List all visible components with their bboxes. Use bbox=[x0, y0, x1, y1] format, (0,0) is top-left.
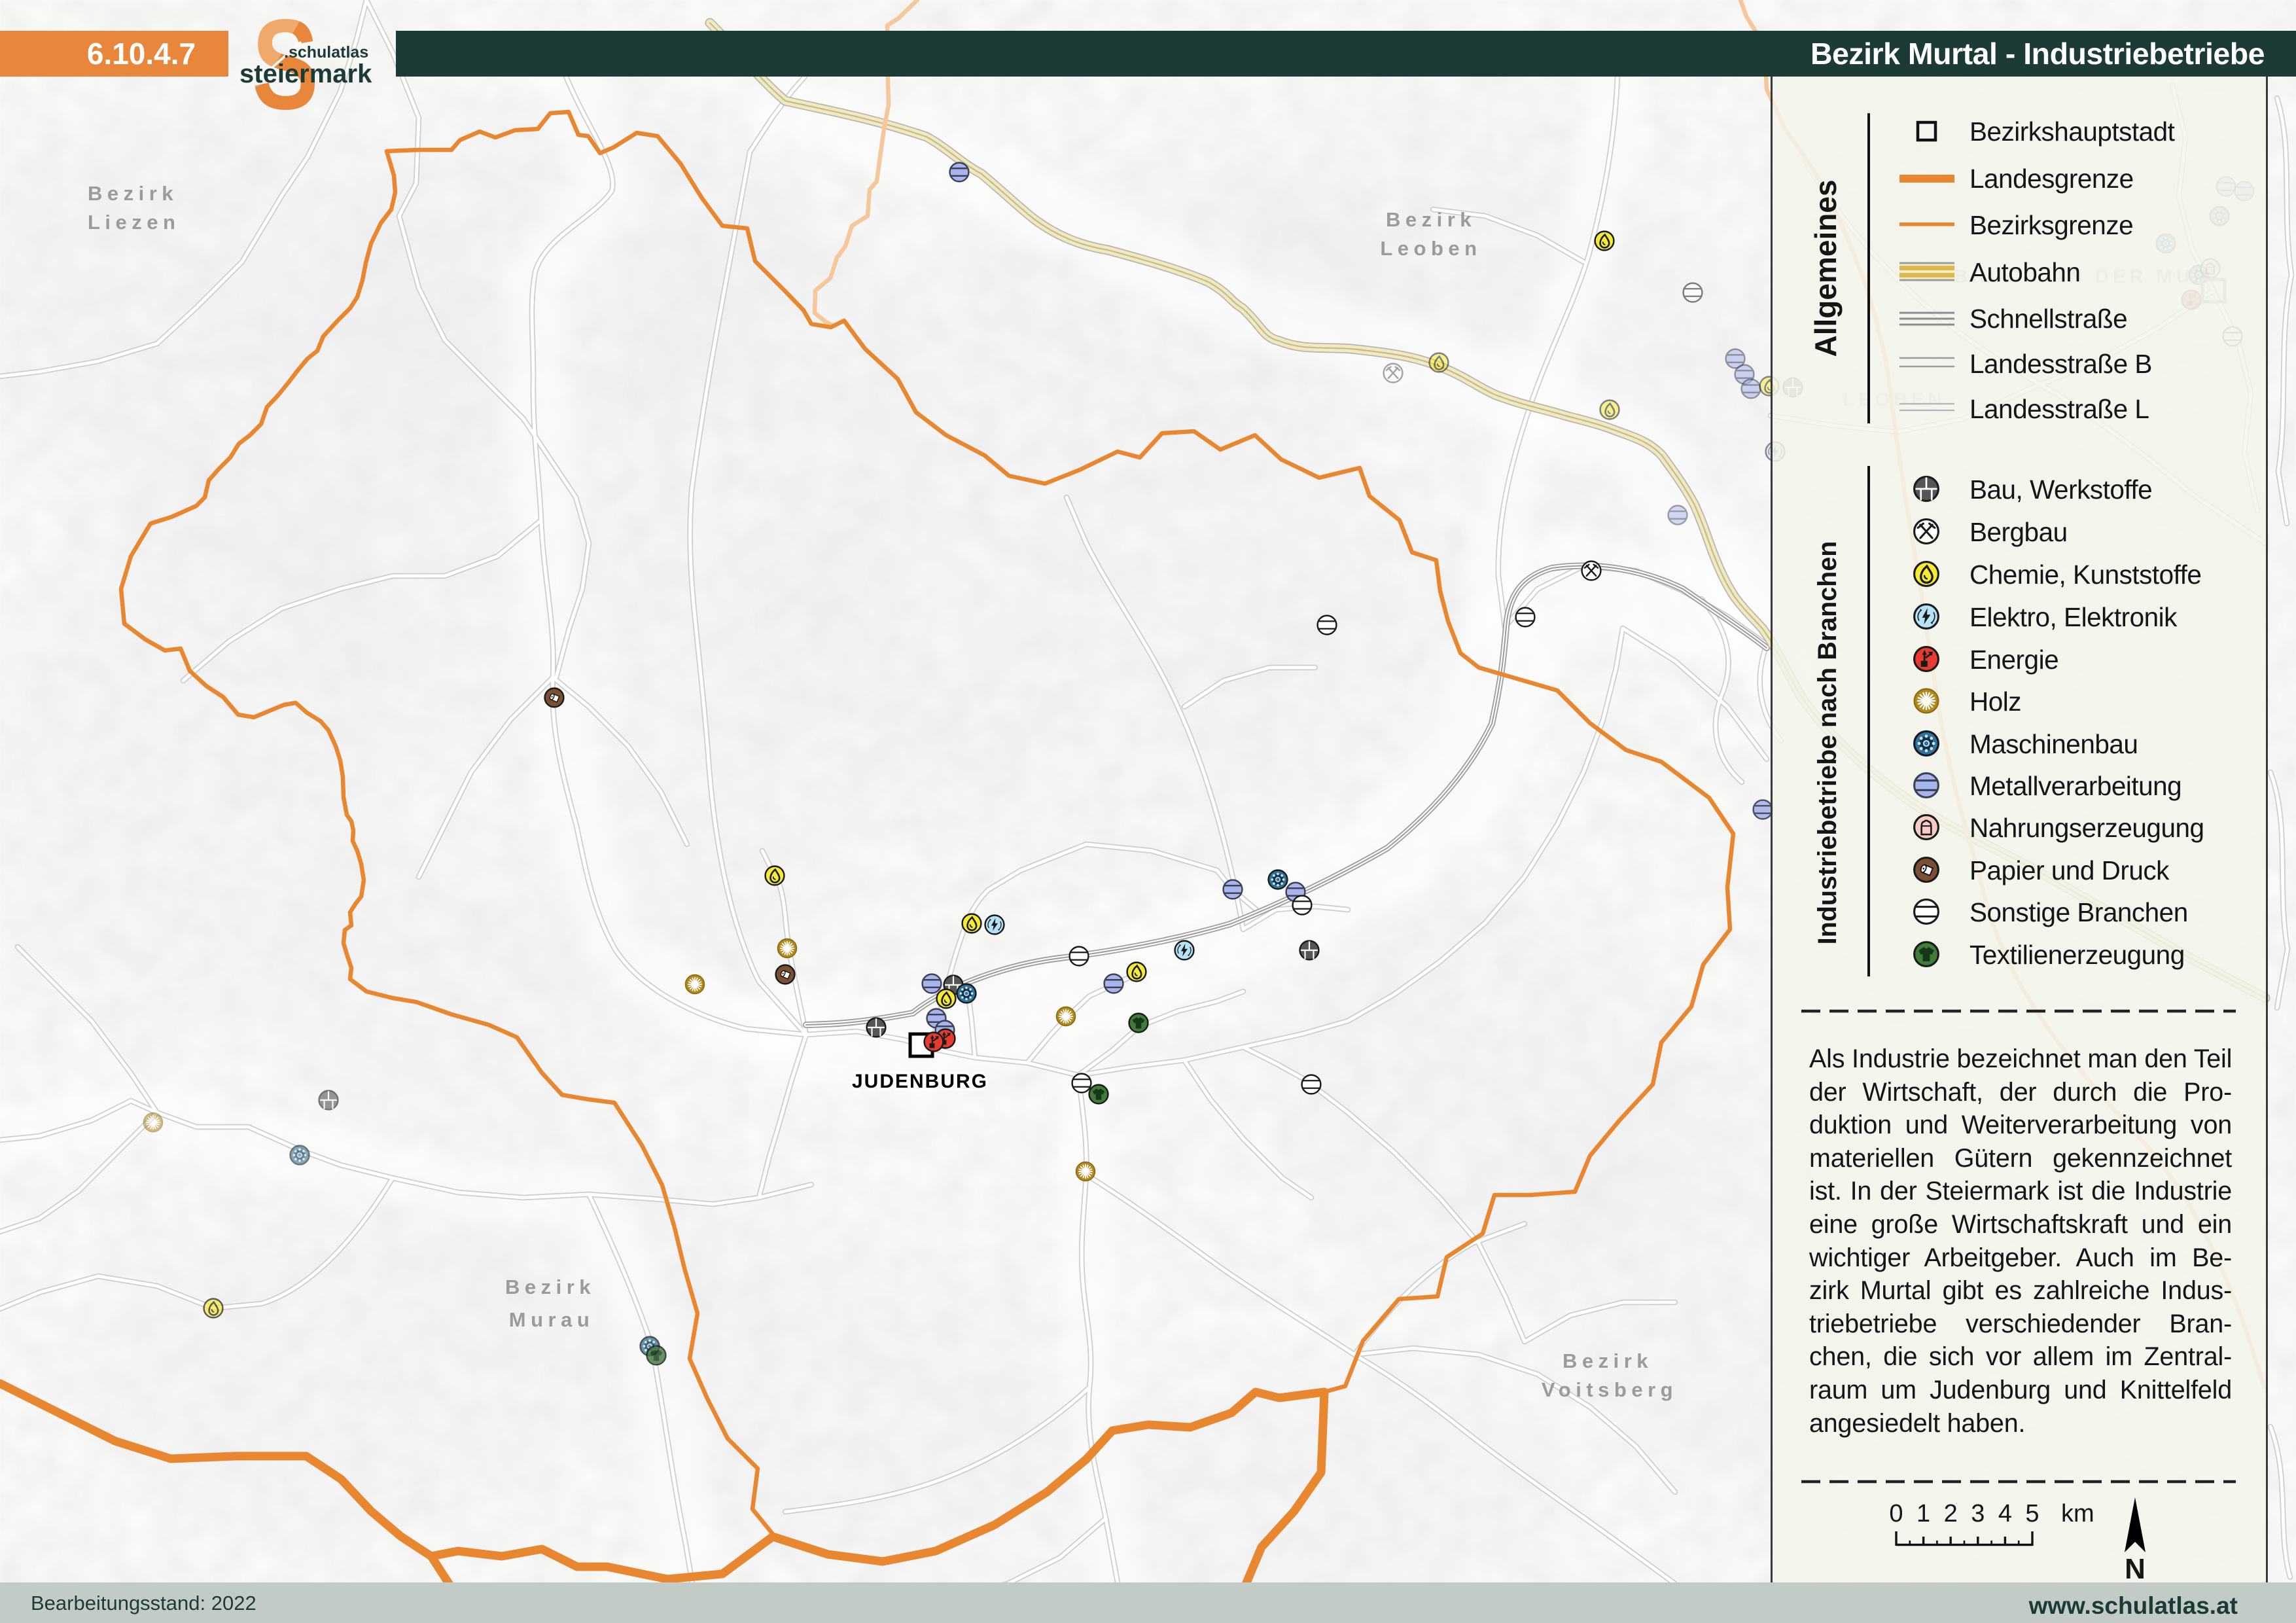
svg-text:Landesstraße L: Landesstraße L bbox=[1969, 394, 2149, 424]
svg-text:Bezirksgrenze: Bezirksgrenze bbox=[1969, 210, 2133, 240]
svg-text:Voitsberg: Voitsberg bbox=[1542, 1378, 1678, 1401]
svg-text:Chemie, Kunststoffe: Chemie, Kunststoffe bbox=[1969, 560, 2201, 590]
svg-text:Bezirk: Bezirk bbox=[88, 182, 178, 205]
svg-text:Papier und Druck: Papier und Druck bbox=[1969, 855, 2170, 885]
svg-text:3: 3 bbox=[1971, 1500, 1985, 1527]
svg-text:Bezirk: Bezirk bbox=[1386, 208, 1476, 231]
svg-text:steiermark: steiermark bbox=[239, 60, 372, 88]
svg-text:2: 2 bbox=[1944, 1500, 1958, 1527]
svg-text:5: 5 bbox=[2025, 1500, 2039, 1527]
svg-text:Energie: Energie bbox=[1969, 645, 2058, 675]
svg-text:4: 4 bbox=[1998, 1500, 2012, 1527]
svg-text:0: 0 bbox=[1889, 1500, 1903, 1527]
svg-text:Elektro, Elektronik: Elektro, Elektronik bbox=[1969, 602, 2178, 632]
svg-text:Holz: Holz bbox=[1969, 687, 2021, 717]
svg-text:Bezirk: Bezirk bbox=[505, 1275, 595, 1298]
svg-text:N: N bbox=[2125, 1553, 2146, 1585]
svg-text:Bezirkshauptstadt: Bezirkshauptstadt bbox=[1969, 116, 2175, 147]
svg-text:www.schulatlas.at: www.schulatlas.at bbox=[2028, 1592, 2238, 1619]
svg-text:km: km bbox=[2061, 1500, 2094, 1527]
svg-text:Murau: Murau bbox=[509, 1308, 595, 1331]
svg-text:Landesgrenze: Landesgrenze bbox=[1969, 164, 2134, 194]
svg-text:Bau, Werkstoffe: Bau, Werkstoffe bbox=[1969, 474, 2152, 505]
svg-text:Metallverarbeitung: Metallverarbeitung bbox=[1969, 771, 2181, 801]
svg-text:Textilienerzeugung: Textilienerzeugung bbox=[1969, 940, 2185, 970]
svg-text:Sonstige Branchen: Sonstige Branchen bbox=[1969, 897, 2188, 927]
svg-text:1: 1 bbox=[1916, 1500, 1930, 1527]
svg-text:Leoben: Leoben bbox=[1380, 237, 1481, 260]
svg-text:Bezirk Murtal - Industriebetri: Bezirk Murtal - Industriebetriebe bbox=[1810, 37, 2265, 71]
svg-text:Nahrungserzeugung: Nahrungserzeugung bbox=[1969, 813, 2204, 843]
svg-text:Autobahn: Autobahn bbox=[1969, 257, 2080, 287]
svg-text:Allgemeines: Allgemeines bbox=[1809, 180, 1843, 357]
svg-text:.schulatlas: .schulatlas bbox=[284, 43, 368, 62]
svg-text:Bearbeitungsstand: 2022: Bearbeitungsstand: 2022 bbox=[31, 1592, 256, 1614]
svg-text:Industriebetriebe nach Branche: Industriebetriebe nach Branchen bbox=[1813, 541, 1842, 945]
svg-text:Bergbau: Bergbau bbox=[1969, 517, 2068, 547]
svg-text:Schnellstraße: Schnellstraße bbox=[1969, 304, 2127, 334]
svg-text:Maschinenbau: Maschinenbau bbox=[1969, 729, 2138, 759]
svg-text:JUDENBURG: JUDENBURG bbox=[852, 1071, 988, 1092]
svg-text:6.10.4.7: 6.10.4.7 bbox=[87, 37, 196, 71]
svg-text:Bezirk: Bezirk bbox=[1563, 1349, 1653, 1372]
svg-text:Landesstraße B: Landesstraße B bbox=[1969, 349, 2152, 379]
svg-text:Liezen: Liezen bbox=[88, 211, 180, 234]
